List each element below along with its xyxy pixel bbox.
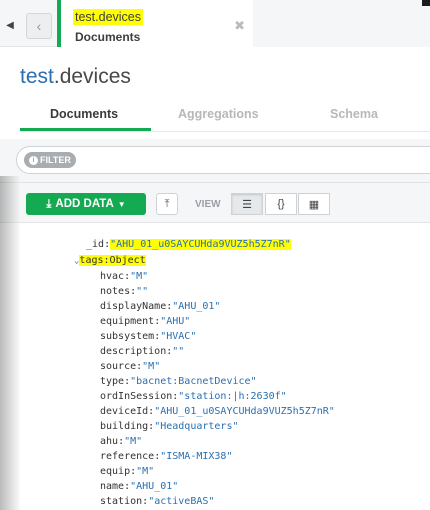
field-value: "AHU_01_u0SAYCUHda9VUZ5h5Z7nR" [110, 239, 291, 250]
json-view-button[interactable]: {} [265, 193, 297, 215]
field-key: subsystem [100, 331, 155, 342]
back-button[interactable]: ‹ [26, 13, 52, 39]
export-button[interactable]: ⤒ [156, 193, 178, 215]
field-key: station [100, 496, 143, 507]
workspace-tab-bar: ◀ ‹ test.devices Documents ✖ [0, 0, 430, 47]
tab-scroll-left-icon[interactable]: ◀ [0, 13, 20, 37]
table-icon: ▦ [308, 198, 320, 211]
close-tab-icon[interactable]: ✖ [234, 18, 245, 34]
document-field[interactable]: subsystem:"HVAC" [100, 331, 196, 346]
field-value: "HVAC" [160, 331, 197, 342]
field-value: "M" [142, 361, 161, 372]
field-value: "ISMA-MIX38" [160, 451, 233, 462]
document-field[interactable]: building:"Headquarters" [100, 421, 239, 436]
field-key: name [100, 481, 125, 492]
chevron-left-icon: ‹ [36, 18, 42, 34]
add-data-label: ADD DATA [55, 198, 114, 210]
field-type: Object [109, 255, 146, 266]
database-name[interactable]: test [20, 65, 54, 88]
field-key: reference [100, 451, 155, 462]
filter-pill: i FILTER [24, 152, 76, 168]
field-value: "AHU_01_u0SAYCUHda9VUZ5h5Z7nR" [154, 406, 335, 417]
document-field[interactable]: displayName:"AHU_01" [100, 301, 220, 316]
field-value: "" [172, 346, 185, 357]
document-field[interactable]: notes:"" [100, 286, 148, 301]
document-field[interactable]: hvac:"M" [100, 271, 148, 286]
document-field[interactable]: equip:"M" [100, 466, 154, 481]
filter-input[interactable]: i FILTER [16, 146, 430, 174]
tab-test-devices[interactable]: test.devices Documents ✖ [57, 0, 253, 47]
braces-icon: {} [277, 198, 285, 210]
field-value: "activeBAS" [148, 496, 215, 507]
field-value: "AHU_01" [172, 301, 221, 312]
tab-bar-empty-area [253, 0, 430, 47]
field-key: displayName [100, 301, 167, 312]
document-field[interactable]: type:"bacnet:BacnetDevice" [100, 376, 257, 391]
add-data-button[interactable]: ⤓ ADD DATA ▼ [26, 193, 146, 215]
document-list: _id:"AHU_01_u0SAYCUHda9VUZ5h5Z7nR" ⌄tags… [0, 223, 430, 510]
field-value: "M" [124, 436, 143, 447]
document-field[interactable]: reference:"ISMA-MIX38" [100, 451, 232, 466]
document-field-tags[interactable]: ⌄tags:Object [74, 255, 146, 270]
filter-pill-label: FILTER [40, 155, 71, 165]
collection-name: .devices [53, 65, 131, 88]
view-label: VIEW [195, 199, 221, 210]
field-value: "Headquarters" [154, 421, 239, 432]
document-field[interactable]: ordInSession:"station:|h:2630f" [100, 391, 287, 406]
tab-subtitle: Documents [75, 30, 141, 44]
page-title: test.devices [20, 65, 131, 89]
list-view-button[interactable]: ☰ [231, 193, 263, 215]
field-key: ahu [100, 436, 119, 447]
field-key: type [100, 376, 125, 387]
query-bar: i FILTER [0, 139, 430, 183]
field-key: source [100, 361, 137, 372]
document-field-id[interactable]: _id:"AHU_01_u0SAYCUHda9VUZ5h5Z7nR" [86, 239, 291, 254]
active-tab-indicator [20, 128, 151, 131]
document-field[interactable]: station:"activeBAS" [100, 496, 214, 510]
field-key: ordInSession [100, 391, 173, 402]
caret-down-icon: ▼ [117, 199, 126, 209]
document-field[interactable]: name:"AHU_01" [100, 481, 178, 496]
field-value: "bacnet:BacnetDevice" [130, 376, 257, 387]
document-field[interactable]: source:"M" [100, 361, 160, 376]
table-view-button[interactable]: ▦ [298, 193, 330, 215]
tab-documents[interactable]: Documents [50, 107, 118, 121]
field-key: hvac [100, 271, 125, 282]
document-field[interactable]: description:"" [100, 346, 184, 361]
left-edge-shadow [0, 176, 20, 510]
field-value: "AHU_01" [130, 481, 179, 492]
tab-aggregations[interactable]: Aggregations [178, 107, 259, 121]
tab-schema[interactable]: Schema [330, 107, 378, 121]
documents-toolbar: ⤓ ADD DATA ▼ ⤒ VIEW ☰ {} ▦ [0, 183, 430, 223]
download-icon: ⤓ [46, 197, 52, 210]
list-icon: ☰ [242, 198, 252, 211]
field-value: "M" [136, 466, 155, 477]
field-key: deviceId [100, 406, 149, 417]
document-field[interactable]: equipment:"AHU" [100, 316, 190, 331]
field-key: building [100, 421, 149, 432]
field-key: notes [100, 286, 131, 297]
field-key: _id [86, 239, 105, 250]
field-key: description [100, 346, 167, 357]
field-key: equip [100, 466, 131, 477]
field-key: tags [79, 255, 104, 266]
field-value: "AHU" [160, 316, 191, 327]
tab-namespace: test.devices [73, 9, 144, 25]
field-value: "station:|h:2630f" [178, 391, 287, 402]
document-field[interactable]: deviceId:"AHU_01_u0SAYCUHda9VUZ5h5Z7nR" [100, 406, 335, 421]
collection-subtabs: Documents Aggregations Schema [20, 98, 430, 132]
field-value: "" [136, 286, 149, 297]
collection-panel: test.devices Documents Aggregations Sche… [0, 47, 430, 510]
document-field[interactable]: ahu:"M" [100, 436, 142, 451]
upload-icon: ⤒ [164, 197, 170, 210]
info-icon: i [29, 155, 38, 165]
field-key: equipment [100, 316, 155, 327]
field-value: "M" [130, 271, 149, 282]
